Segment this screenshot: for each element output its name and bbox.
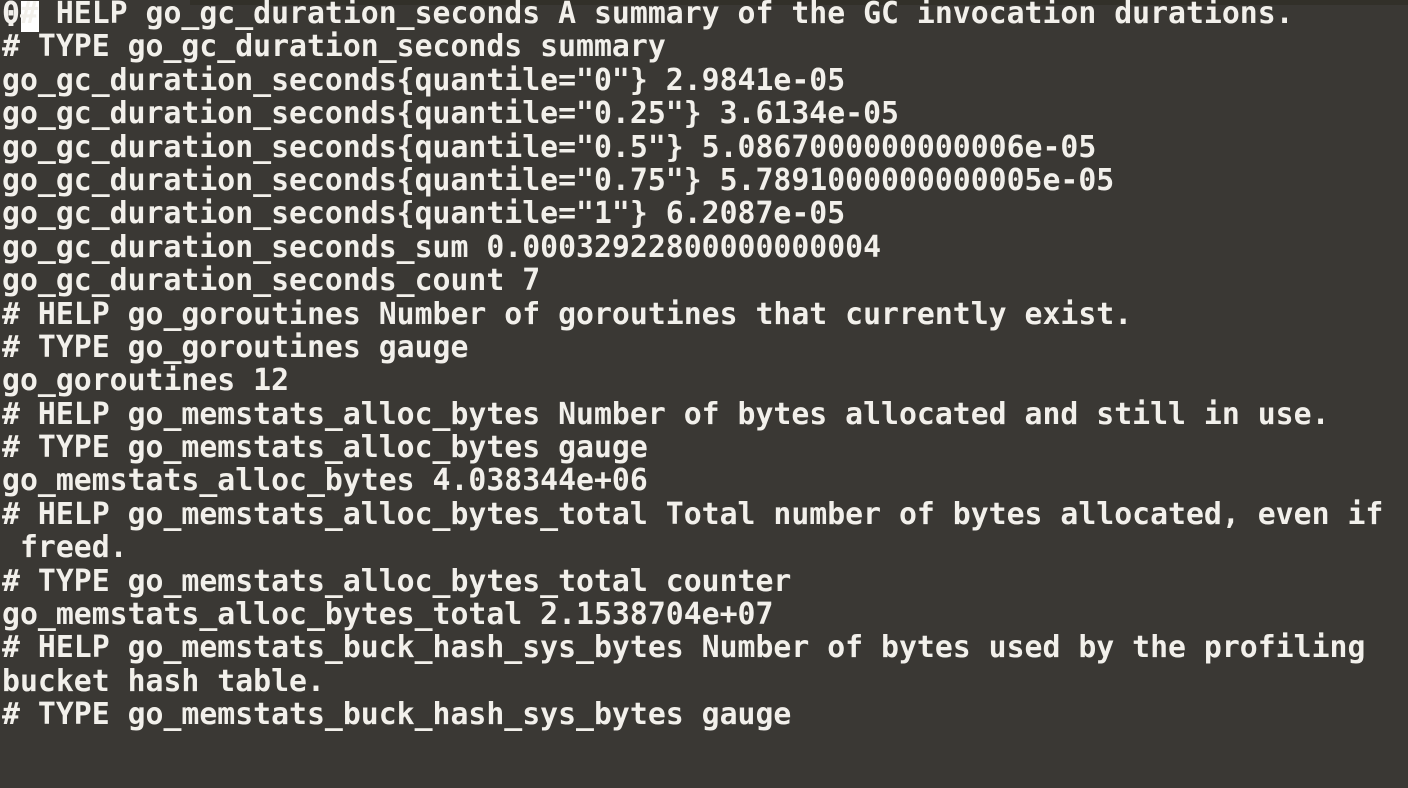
terminal-line: # TYPE go_memstats_alloc_bytes_total cou… [2,563,792,599]
terminal-line: go_gc_duration_seconds_count 7 [2,263,541,299]
terminal-line: go_memstats_alloc_bytes 4.038344e+06 [2,463,648,499]
terminal-line: go_goroutines 12 [2,363,290,399]
terminal-line: go_gc_duration_seconds{quantile="0"} 2.9… [2,62,846,98]
terminal-line: go_gc_duration_seconds{quantile="0.25"} … [2,96,899,132]
terminal-line: go_memstats_alloc_bytes_total 2.1538704e… [2,597,774,633]
terminal-line: # TYPE go_memstats_alloc_bytes gauge [2,430,648,466]
terminal-line: freed. [2,530,128,566]
terminal-line: # HELP go_memstats_alloc_bytes Number of… [2,396,1330,432]
terminal-line: go_gc_duration_seconds_sum 0.00032922800… [2,229,882,265]
terminal-line: # HELP go_memstats_buck_hash_sys_bytes N… [2,630,1366,666]
terminal-window[interactable]: 0# HELP go_gc_duration_seconds A summary… [0,0,1408,788]
terminal-line: go_gc_duration_seconds{quantile="0.5"} 5… [2,129,1097,165]
terminal-line: # HELP go_goroutines Number of goroutine… [2,296,1133,332]
terminal-line: go_gc_duration_seconds{quantile="0.75"} … [2,162,1115,198]
terminal-line: bucket hash table. [2,663,325,699]
terminal-line: # TYPE go_gc_duration_seconds summary [2,29,666,65]
terminal-line: go_gc_duration_seconds{quantile="1"} 6.2… [2,196,846,232]
terminal-line: # TYPE go_memstats_buck_hash_sys_bytes g… [2,697,792,733]
terminal-line: # TYPE go_goroutines gauge [2,329,469,365]
terminal-line: 0# HELP go_gc_duration_seconds A summary… [2,0,1294,31]
terminal-line: # HELP go_memstats_alloc_bytes_total Tot… [2,496,1384,532]
terminal-output: 0# HELP go_gc_duration_seconds A summary… [0,0,1408,732]
